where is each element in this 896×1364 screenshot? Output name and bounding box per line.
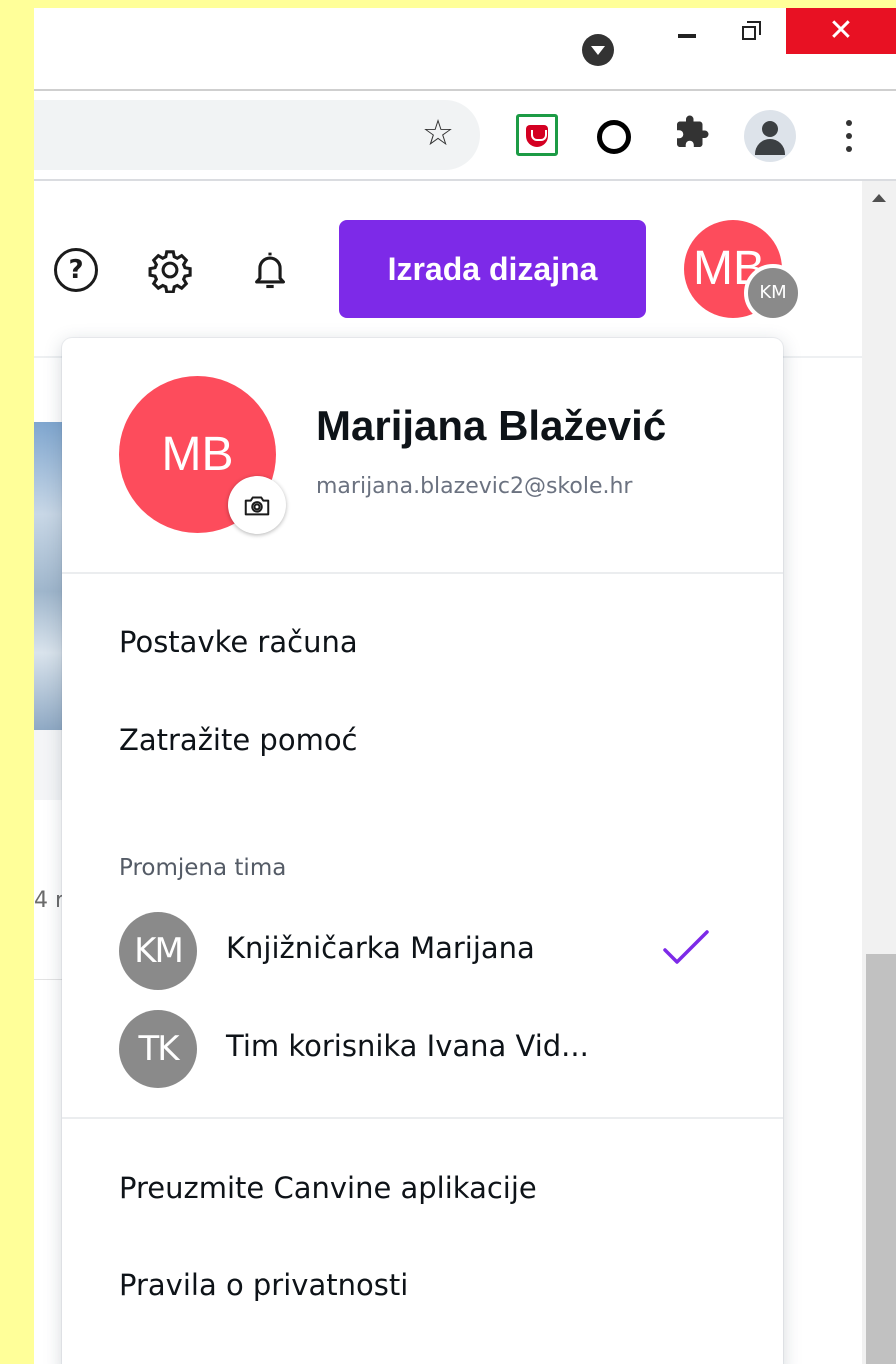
minimize-icon[interactable] bbox=[672, 12, 704, 52]
address-bar[interactable] bbox=[34, 100, 480, 170]
team-row-knjiznicarka[interactable]: KM Knjižničarka Marijana bbox=[62, 902, 783, 998]
restore-icon[interactable] bbox=[732, 12, 772, 52]
user-name: Marijana Blažević bbox=[316, 402, 667, 449]
user-email: marijana.blazevic2@skole.hr bbox=[316, 474, 633, 499]
gear-icon[interactable] bbox=[146, 246, 194, 294]
team-name: Tim korisnika Ivana Vid... bbox=[226, 1029, 589, 1063]
team-badge[interactable]: KM bbox=[744, 264, 802, 322]
shield-extension-icon[interactable] bbox=[516, 114, 558, 156]
team-avatar: KM bbox=[119, 912, 197, 990]
create-design-button[interactable]: Izrada dizajna bbox=[339, 220, 646, 318]
chrome-profile-icon[interactable] bbox=[744, 110, 796, 162]
checkmark-icon bbox=[663, 930, 709, 964]
close-icon[interactable]: ✕ bbox=[786, 8, 896, 54]
tab-search-icon[interactable] bbox=[582, 34, 614, 66]
scrollbar-thumb[interactable] bbox=[866, 954, 896, 1364]
team-avatar: TK bbox=[119, 1010, 197, 1088]
menu-item-get-help[interactable]: Zatražite pomoć bbox=[62, 696, 783, 784]
background-card-meta: 4 r bbox=[34, 888, 65, 913]
menu-divider bbox=[62, 1117, 783, 1119]
team-row-ivana[interactable]: TK Tim korisnika Ivana Vid... bbox=[62, 1000, 783, 1096]
menu-item-download-apps[interactable]: Preuzmite Canvine aplikacije bbox=[62, 1144, 783, 1232]
extensions-puzzle-icon[interactable] bbox=[670, 114, 714, 158]
menu-divider bbox=[62, 572, 783, 574]
menu-item-privacy-policy[interactable]: Pravila o privatnosti bbox=[62, 1241, 783, 1329]
more-options-icon[interactable] bbox=[840, 116, 860, 156]
team-section-label: Promjena tima bbox=[119, 855, 287, 881]
star-icon[interactable]: ☆ bbox=[418, 112, 458, 156]
help-icon[interactable]: ? bbox=[52, 246, 100, 294]
team-name: Knjižničarka Marijana bbox=[226, 931, 535, 965]
bell-icon[interactable] bbox=[246, 246, 294, 294]
camera-icon bbox=[244, 496, 270, 516]
scroll-up-arrow-icon[interactable] bbox=[872, 194, 886, 202]
opera-extension-icon[interactable] bbox=[597, 120, 631, 154]
change-photo-button[interactable] bbox=[228, 476, 286, 534]
background-design-thumbnail[interactable] bbox=[34, 422, 64, 730]
menu-item-account-settings[interactable]: Postavke računa bbox=[62, 598, 783, 686]
background-card-footer bbox=[34, 730, 64, 800]
